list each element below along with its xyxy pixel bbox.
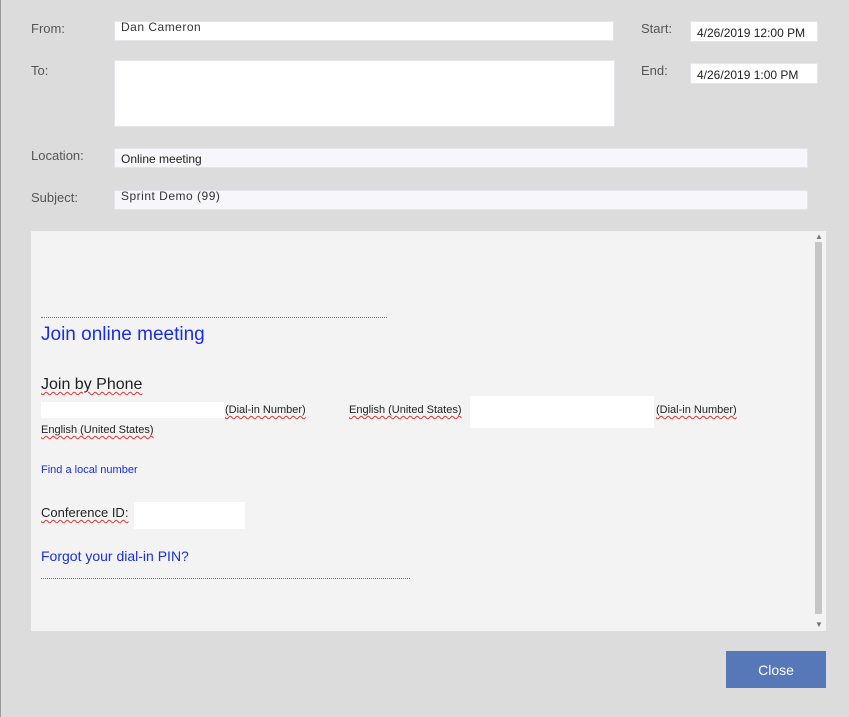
location-field[interactable]: Online meeting — [114, 148, 808, 168]
end-time-value: 4/26/2019 1:00 PM — [697, 68, 799, 82]
subject-value: Sprint Demo (99) — [121, 190, 221, 203]
location-label: Location: — [31, 148, 84, 163]
conference-id-label: Conference ID: — [41, 505, 129, 520]
join-by-phone-heading: Join by Phone — [41, 376, 143, 393]
end-time-field[interactable]: 4/26/2019 1:00 PM — [690, 63, 818, 84]
dial-in-label-2: (Dial-in Number) — [656, 404, 737, 416]
end-label: End: — [641, 63, 668, 78]
from-value: Dan Cameron — [121, 21, 202, 34]
scrollbar-thumb[interactable] — [815, 242, 822, 614]
close-button[interactable]: Close — [726, 651, 826, 688]
redacted-phone-1 — [41, 402, 224, 418]
separator-top — [41, 317, 387, 318]
separator-bottom — [41, 578, 410, 579]
scroll-up-icon[interactable]: ▲ — [815, 232, 823, 241]
location-value: Online meeting — [121, 152, 202, 166]
to-label: To: — [31, 63, 49, 78]
subject-label: Subject: — [31, 190, 78, 205]
redacted-conference-id — [134, 502, 245, 529]
find-local-number-link[interactable]: Find a local number — [41, 464, 138, 476]
from-label: From: — [31, 21, 65, 36]
from-field[interactable]: Dan Cameron — [114, 21, 614, 41]
scroll-down-icon[interactable]: ▼ — [815, 620, 823, 629]
subject-field[interactable]: Sprint Demo (99) — [114, 190, 808, 210]
language-label-1: English (United States) — [349, 404, 462, 416]
to-field[interactable] — [114, 60, 615, 127]
language-label-2: English (United States) — [41, 424, 154, 436]
start-label: Start: — [641, 21, 673, 36]
forgot-pin-link[interactable]: Forgot your dial-in PIN? — [41, 548, 189, 564]
start-time-value: 4/26/2019 12:00 PM — [697, 26, 806, 40]
join-online-meeting-link[interactable]: Join online meeting — [41, 324, 205, 346]
dial-in-label-1: (Dial-in Number) — [225, 404, 306, 416]
start-time-field[interactable]: 4/26/2019 12:00 PM — [690, 21, 818, 42]
redacted-phone-2 — [470, 396, 654, 428]
window-border — [0, 0, 1, 717]
